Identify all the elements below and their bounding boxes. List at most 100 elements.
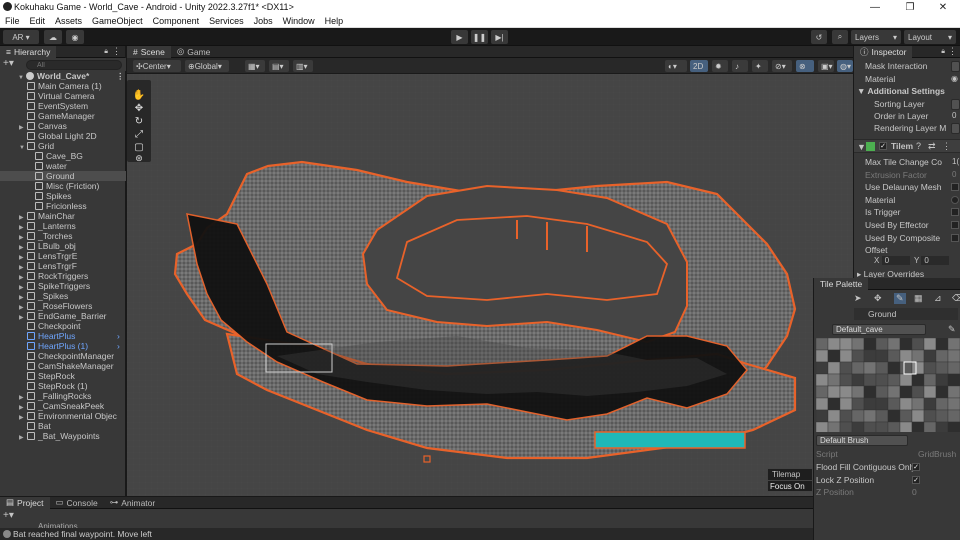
hierarchy-item[interactable]: ▶ LensTrgrF — [0, 261, 126, 271]
kebab-menu-icon[interactable]: ⋮ — [112, 46, 121, 57]
palette-tile[interactable] — [947, 409, 960, 423]
tab-hierarchy[interactable]: ≡ Hierarchy — [0, 45, 57, 58]
paint-brush-icon[interactable]: ✎ — [894, 293, 906, 304]
palette-tile[interactable] — [887, 421, 901, 432]
gizmos-toggle-icon[interactable]: ◍▾ — [837, 60, 853, 72]
palette-tile[interactable] — [875, 409, 889, 423]
palette-tile[interactable] — [947, 338, 960, 351]
palette-tile[interactable] — [947, 361, 960, 375]
layers-dropdown[interactable]: Layers ▾ — [851, 30, 901, 44]
palette-tile[interactable] — [935, 349, 949, 363]
hierarchy-item[interactable]: ▶ LensTrgrE — [0, 251, 126, 261]
menu-gameobject[interactable]: GameObject — [87, 16, 148, 26]
palette-tile[interactable] — [851, 397, 865, 411]
palette-tile[interactable] — [923, 385, 937, 399]
search-icon[interactable]: ⌕ — [832, 30, 848, 44]
preset-icon[interactable]: ⇄ — [928, 141, 936, 152]
palette-tile[interactable] — [935, 385, 949, 399]
hierarchy-item[interactable]: Bat — [0, 421, 126, 431]
palette-tile[interactable] — [875, 373, 889, 387]
chevron-right-icon[interactable]: › — [117, 341, 120, 351]
tilemap-collider-header[interactable]: ▼ ✓ Tilem ? ⇄ ⋮ — [854, 139, 960, 153]
expand-arrow-icon[interactable]: ▶ — [19, 433, 27, 443]
step-button[interactable]: ▶| — [491, 30, 508, 44]
collider-checkbox[interactable] — [951, 233, 959, 242]
palette-tile[interactable] — [851, 361, 865, 375]
hierarchy-item[interactable]: Main Camera (1) — [0, 81, 126, 91]
lighting-toggle-icon[interactable]: ✹ — [712, 60, 728, 72]
layout-dropdown[interactable]: Layout ▾ — [904, 30, 956, 44]
palette-tile[interactable] — [899, 338, 913, 351]
history-icon[interactable]: ↺ — [811, 30, 827, 44]
palette-tile[interactable] — [911, 361, 925, 375]
palette-tile[interactable] — [851, 349, 865, 363]
hierarchy-item[interactable]: ▶ _RoseFlowers — [0, 301, 126, 311]
tab-tile-palette[interactable]: Tile Palette — [814, 278, 869, 290]
scene-root-row[interactable]: ▼ World_Cave* ⋮ — [0, 71, 126, 81]
palette-tile[interactable] — [911, 409, 925, 423]
palette-tile[interactable] — [816, 361, 829, 375]
move-tool-icon[interactable]: ✥ — [135, 103, 143, 114]
flood-fill-checkbox[interactable]: ✓ — [912, 463, 920, 471]
help-icon[interactable]: ? — [916, 141, 921, 151]
palette-tile[interactable] — [863, 385, 877, 399]
palette-tile[interactable] — [947, 421, 960, 432]
tab-animator[interactable]: ⊶ Animator — [104, 497, 162, 509]
close-button[interactable]: ✕ — [926, 0, 960, 14]
hierarchy-item[interactable]: CamShakeManager — [0, 361, 126, 371]
tab-console[interactable]: ▭ Console — [50, 497, 104, 509]
palette-tile[interactable] — [816, 397, 829, 411]
status-bar[interactable]: Bat reached final waypoint. Move left — [0, 528, 813, 540]
kebab-menu-icon[interactable]: ⋮ — [116, 71, 125, 81]
hierarchy-item[interactable]: Misc (Friction) — [0, 181, 126, 191]
effects-toggle-icon[interactable]: ✦ — [752, 60, 768, 72]
select-tool-icon[interactable]: ➤ — [854, 293, 862, 304]
palette-tile[interactable] — [863, 373, 877, 387]
palette-tile[interactable] — [911, 338, 925, 351]
palette-tile[interactable] — [887, 338, 901, 351]
hierarchy-item[interactable]: Checkpoint — [0, 321, 126, 331]
tile-palette-grid[interactable] — [816, 338, 960, 432]
additional-settings-header[interactable]: ▼ Additional Settings — [854, 85, 960, 97]
palette-tile[interactable] — [839, 421, 853, 432]
palette-tile[interactable] — [827, 349, 841, 363]
hierarchy-item[interactable]: ▶ RockTriggers — [0, 271, 126, 281]
eraser-icon[interactable]: ⌫ — [952, 293, 960, 304]
active-tilemap-dropdown[interactable]: Ground — [854, 308, 958, 320]
palette-tile[interactable] — [887, 361, 901, 375]
hierarchy-item[interactable]: CheckpointManager — [0, 351, 126, 361]
palette-tile[interactable] — [827, 409, 841, 423]
add-icon[interactable]: +▾ — [3, 510, 14, 521]
hierarchy-item[interactable]: ▶ Canvas — [0, 121, 126, 131]
offset-x-field[interactable]: X 0 — [874, 256, 910, 265]
palette-tile[interactable] — [839, 385, 853, 399]
palette-tile[interactable] — [947, 397, 960, 411]
menu-services[interactable]: Services — [204, 16, 249, 26]
collider-checkbox[interactable] — [951, 208, 959, 217]
palette-tile[interactable] — [911, 397, 925, 411]
palette-tile[interactable] — [935, 361, 949, 375]
tab-inspector[interactable]: ⓘ Inspector — [854, 46, 913, 58]
palette-tile[interactable] — [923, 421, 937, 432]
hierarchy-item[interactable]: Global Light 2D — [0, 131, 126, 141]
menu-component[interactable]: Component — [148, 16, 205, 26]
mode-2d-button[interactable]: 2D — [690, 60, 708, 72]
menu-window[interactable]: Window — [278, 16, 320, 26]
palette-tile[interactable] — [911, 349, 925, 363]
pause-button[interactable]: ❚❚ — [471, 30, 488, 44]
kebab-menu-icon[interactable]: ⋮ — [948, 46, 957, 57]
pivot-dropdown[interactable]: ✣ Center ▾ — [133, 60, 181, 72]
collider-checkbox[interactable] — [951, 183, 959, 192]
palette-tile[interactable] — [899, 421, 913, 432]
palette-tile[interactable] — [863, 397, 877, 411]
palette-tile[interactable] — [839, 338, 853, 351]
hierarchy-item[interactable]: Fricionless — [0, 201, 126, 211]
palette-tile[interactable] — [899, 397, 913, 411]
hierarchy-item[interactable]: ▶ MainChar — [0, 211, 126, 221]
hidden-objects-icon[interactable]: ⊗ — [796, 60, 814, 72]
palette-tile[interactable] — [851, 373, 865, 387]
hierarchy-item[interactable]: StepRock — [0, 371, 126, 381]
focus-on-label[interactable]: Focus On — [768, 481, 812, 493]
hierarchy-item[interactable]: ▶ _Bat_Waypoints — [0, 431, 126, 441]
palette-tile[interactable] — [851, 338, 865, 351]
